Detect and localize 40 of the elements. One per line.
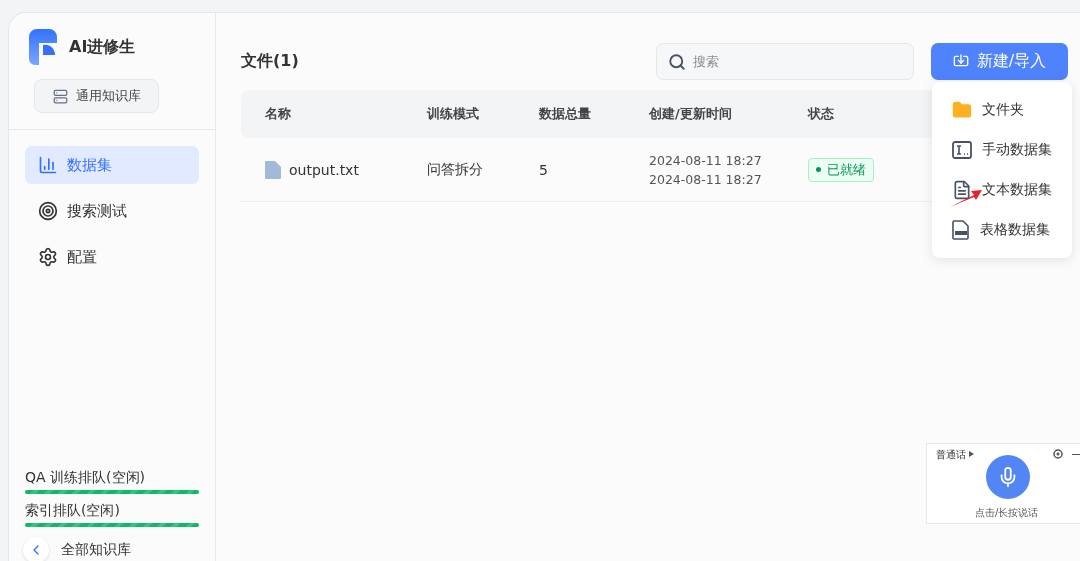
column-header: 状态 bbox=[808, 105, 834, 123]
target-icon bbox=[38, 201, 58, 221]
new-import-button[interactable]: 新建/导入 bbox=[931, 42, 1068, 80]
server-icon bbox=[52, 88, 68, 104]
table-cell-text: 5 bbox=[539, 161, 549, 178]
search-icon bbox=[668, 52, 686, 71]
search-field[interactable]: 搜索 bbox=[656, 42, 914, 80]
menu-item[interactable]: 表格数据集 bbox=[932, 210, 1072, 250]
queue-label: QA 训练排队(空闲) bbox=[25, 469, 146, 487]
chart-icon bbox=[38, 155, 58, 175]
created-time: 2024-08-11 18:27 bbox=[649, 152, 763, 168]
caret-icon bbox=[969, 451, 974, 457]
status-badge: 已就绪 bbox=[808, 157, 874, 182]
page-title: 文件(1) bbox=[241, 50, 300, 72]
menu-item[interactable]: 文件夹 bbox=[932, 90, 1072, 130]
column-header: 名称 bbox=[265, 105, 291, 123]
folder-icon bbox=[952, 100, 972, 120]
column-header: 训练模式 bbox=[427, 105, 479, 123]
logo-icon bbox=[29, 29, 57, 65]
document-icon bbox=[952, 180, 972, 200]
column-header: 创建/更新时间 bbox=[649, 105, 732, 123]
app-name: AI进修生 bbox=[69, 36, 136, 58]
text-cursor-icon bbox=[952, 141, 972, 159]
back-button[interactable] bbox=[23, 537, 49, 561]
language-label[interactable]: 普通话 bbox=[936, 448, 966, 462]
updated-time: 2024-08-11 18:27 bbox=[649, 171, 763, 187]
csv-file-icon bbox=[952, 220, 970, 240]
sidebar-item[interactable]: 配置 bbox=[25, 238, 199, 276]
voice-hint: 点击/长按说话 bbox=[975, 506, 1039, 520]
table-cell-text: 问答拆分 bbox=[427, 160, 484, 179]
knowledge-base-button[interactable]: 通用知识库 bbox=[34, 79, 159, 113]
file-name: output.txt bbox=[289, 161, 359, 178]
column-header: 数据总量 bbox=[539, 105, 591, 123]
microphone-button[interactable] bbox=[986, 455, 1030, 499]
queue-label: 索引排队(空闲) bbox=[25, 502, 121, 520]
sidebar-item[interactable]: 搜索测试 bbox=[25, 192, 199, 230]
txt-file-icon bbox=[265, 160, 281, 179]
import-icon bbox=[952, 53, 969, 69]
sidebar-item[interactable]: 数据集 bbox=[25, 146, 199, 184]
back-label[interactable]: 全部知识库 bbox=[61, 541, 131, 559]
